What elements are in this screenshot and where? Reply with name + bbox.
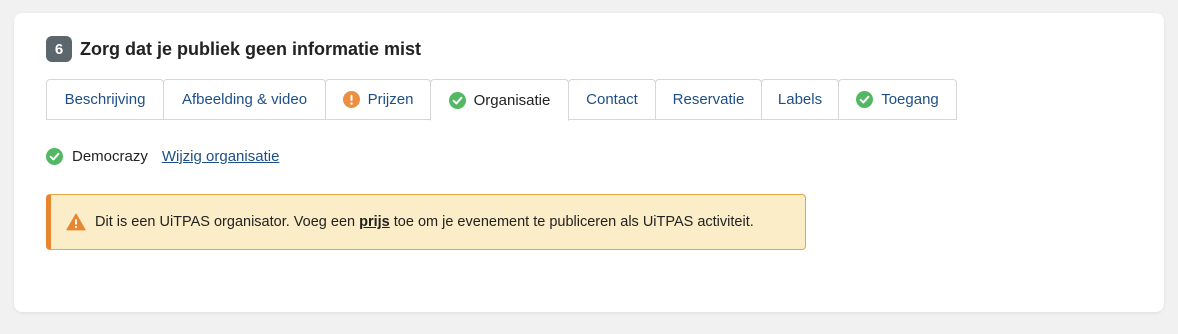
check-circle-icon	[856, 91, 874, 108]
tab-contact[interactable]: Contact	[568, 79, 656, 120]
check-circle-icon	[46, 148, 63, 165]
exclamation-circle-icon	[342, 91, 360, 108]
tab-toegang[interactable]: Toegang	[838, 79, 957, 120]
tab-label: Beschrijving	[64, 91, 146, 108]
tab-labels[interactable]: Labels	[761, 79, 839, 120]
tab-bar: Beschrijving Afbeelding & video Prijzen …	[46, 79, 957, 121]
step-title: Zorg dat je publiek geen informatie mist	[80, 38, 422, 59]
tab-organisatie[interactable]: Organisatie	[430, 79, 569, 121]
change-organization-link[interactable]: Wijzig organisatie	[162, 148, 280, 165]
tab-beschrijving[interactable]: Beschrijving	[46, 79, 164, 120]
uitpas-warning-alert: Dit is een UiTPAS organisator. Voeg een …	[46, 194, 806, 250]
tab-label: Organisatie	[473, 91, 551, 109]
alert-text-before: Dit is een UiTPAS organisator. Voeg een	[95, 214, 360, 230]
warning-triangle-icon	[66, 213, 86, 231]
tab-reservatie[interactable]: Reservatie	[655, 79, 762, 120]
tab-label: Prijzen	[367, 91, 414, 108]
check-circle-icon	[448, 91, 466, 109]
tab-label: Reservatie	[672, 91, 745, 108]
tab-label: Toegang	[881, 91, 939, 108]
organization-row: Democrazy Wijzig organisatie	[46, 148, 279, 165]
tab-afbeelding-video[interactable]: Afbeelding & video	[163, 79, 326, 120]
alert-text-after: toe om je evenement te publiceren als Ui…	[389, 214, 754, 230]
step-card: 6 Zorg dat je publiek geen informatie mi…	[14, 13, 1164, 312]
tab-label: Afbeelding & video	[181, 91, 308, 108]
price-link[interactable]: prijs	[359, 214, 390, 230]
organization-name: Democrazy	[72, 148, 148, 165]
tab-label: Contact	[586, 91, 638, 108]
tab-label: Labels	[777, 91, 823, 108]
step-number-badge: 6	[46, 36, 72, 62]
step-header: 6 Zorg dat je publiek geen informatie mi…	[46, 36, 421, 62]
tab-prijzen[interactable]: Prijzen	[325, 79, 431, 120]
alert-message: Dit is een UiTPAS organisator. Voeg een …	[95, 214, 754, 230]
